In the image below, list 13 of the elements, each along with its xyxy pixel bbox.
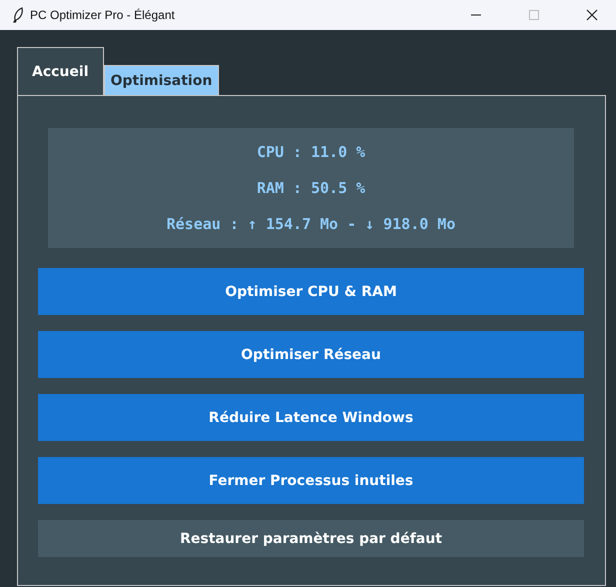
stat-text: RAM : 50.5 %	[256, 178, 366, 199]
action-button[interactable]: Restaurer paramètres par défaut	[38, 520, 584, 557]
tab[interactable]: Optimisation	[104, 65, 220, 95]
action-button[interactable]: Optimiser CPU & RAM	[38, 268, 584, 315]
action-button[interactable]: Fermer Processus inutiles	[38, 457, 584, 504]
stat-text: CPU : 11.0 %	[256, 142, 366, 163]
stat-text: Réseau : ↑ 154.7 Mo - ↓ 918.0 Mo	[166, 214, 456, 235]
tab[interactable]: Accueil	[17, 47, 104, 95]
window-title: PC Optimizer Pro - Élégant	[30, 8, 175, 22]
close-icon[interactable]	[586, 9, 598, 21]
action-button[interactable]: Optimiser Réseau	[38, 331, 584, 378]
feather-icon	[12, 7, 24, 23]
action-button[interactable]: Réduire Latence Windows	[38, 394, 584, 441]
